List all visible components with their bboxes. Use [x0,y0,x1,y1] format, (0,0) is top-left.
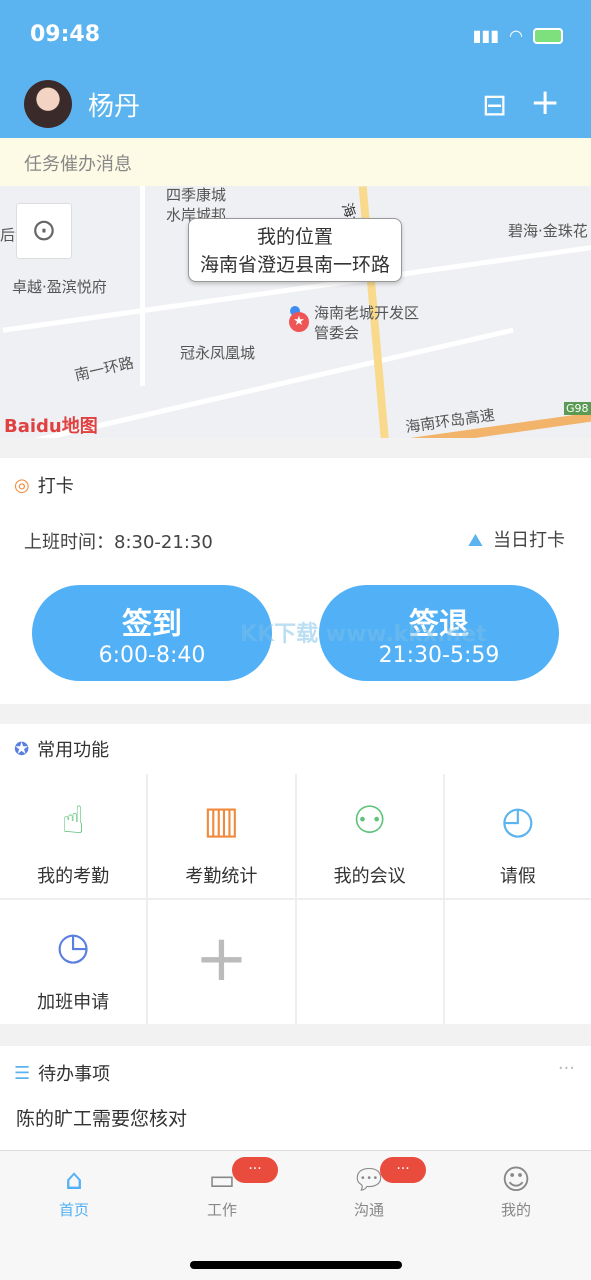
map-label: 四季康城 [166,186,227,204]
status-time: 09:48 [30,22,101,47]
func-label: 考勤统计 [185,866,258,887]
func-label: 我的考勤 [37,866,110,887]
hand-tap-icon: ☝ [61,798,85,842]
empty-cell [296,900,443,1024]
checkin-icon: ◎ [14,474,30,496]
poi-star-icon: ★ [289,312,309,332]
tab-me[interactable]: ☺ 我的 [466,1163,566,1220]
map-label: 海南老城开发区 [314,304,420,322]
plus-icon: + [194,922,249,996]
meeting-icon: ⚇ [352,798,387,842]
home-indicator [190,1261,402,1269]
person-icon: ☺ [501,1163,531,1196]
watermark: KK下载 www.kkx.net [240,622,487,647]
functions-header: ✪ 常用功能 [0,724,591,774]
checkin-title: 打卡 [37,476,74,497]
app-header: 09:48 ▮▮▮ ◠ 杨丹 ⊟ + [0,0,591,138]
work-time: 上班时间：8:30-21:30 [24,532,213,553]
func-my-attendance[interactable]: ☝ 我的考勤 [0,774,147,898]
overtime-clock-icon: ◷ [56,924,90,968]
sign-in-button[interactable]: 签到 6:00-8:40 [32,585,272,681]
func-overtime[interactable]: ◷ 加班申请 [0,900,147,1024]
status-icons: ▮▮▮ ◠ [473,26,563,45]
map-label: 冠永凤凰城 [180,344,256,362]
username: 杨丹 [88,92,141,122]
list-icon: ☰ [14,1062,31,1084]
func-leave[interactable]: ◴ 请假 [444,774,591,898]
functions-grid: ☝ 我的考勤 ▥ 考勤统计 ⚇ 我的会议 ◴ 请假 ◷ 加班申请 + [0,774,591,1024]
scan-icon[interactable]: ⊟ [482,88,507,123]
sign-in-time: 6:00-8:40 [98,643,206,668]
todo-card: ☰ 待办事项 ··· 陈的旷工需要您核对 [0,1046,591,1150]
bar-chart-icon: ▥ [203,798,240,842]
daily-checkin-label: 当日打卡 [493,530,565,551]
tab-home[interactable]: ⌂ 首页 [24,1163,124,1220]
home-icon: ⌂ [65,1163,83,1196]
func-attendance-stats[interactable]: ▥ 考勤统计 [148,774,295,898]
empty-cell [444,900,591,1024]
add-function-button[interactable]: + [148,900,295,1024]
tab-label: 我的 [500,1201,531,1219]
tab-label: 首页 [58,1201,89,1219]
bubble-address: 海南省澄迈县南一环路 [199,254,390,276]
task-reminder[interactable]: 任务催办消息 [0,138,591,186]
signal-icon: ▮▮▮ [472,26,500,45]
func-label: 我的会议 [333,866,406,887]
tab-bar: ⌂ 首页 ▭ 工作 💬︎ 沟通 ☺ 我的 ··· ··· [0,1150,591,1280]
battery-icon [533,27,563,44]
highway-shield: G98 [564,402,591,415]
func-label: 加班申请 [37,992,110,1013]
func-label: 请假 [499,866,536,887]
avatar[interactable] [24,80,72,128]
functions-title: 常用功能 [37,740,110,761]
todo-item[interactable]: 陈的旷工需要您核对 [16,1104,187,1131]
wifi-icon: ◠ [509,26,523,45]
tab-label: 工作 [206,1201,237,1219]
work-badge: ··· [232,1157,278,1183]
tab-label: 沟通 [353,1201,384,1219]
map-label: 卓越·盈滨悦府 [12,278,107,296]
map-label: 碧海·金珠花 [508,222,588,240]
func-my-meetings[interactable]: ⚇ 我的会议 [296,774,443,898]
map-icon: ⛰ [467,530,483,551]
location-bubble: 我的位置海南省澄迈县南一环路 [188,218,402,282]
todo-title: 待办事项 [38,1064,111,1085]
leave-icon: ◴ [501,798,535,842]
add-icon[interactable]: + [530,82,560,123]
map-label: 南一环路 [72,353,136,385]
baidu-logo: Baidu地图 [4,416,98,437]
more-icon[interactable]: ··· [558,1058,575,1079]
chat-badge: ··· [380,1157,426,1183]
daily-checkin-link[interactable]: ⛰ 当日打卡 [468,526,565,552]
bubble-title: 我的位置 [256,226,333,248]
locate-button[interactable]: ⊙ [16,203,72,259]
sign-in-label: 签到 [122,607,182,642]
star-icon: ✪ [14,738,30,760]
map-label: 管委会 [314,324,360,342]
